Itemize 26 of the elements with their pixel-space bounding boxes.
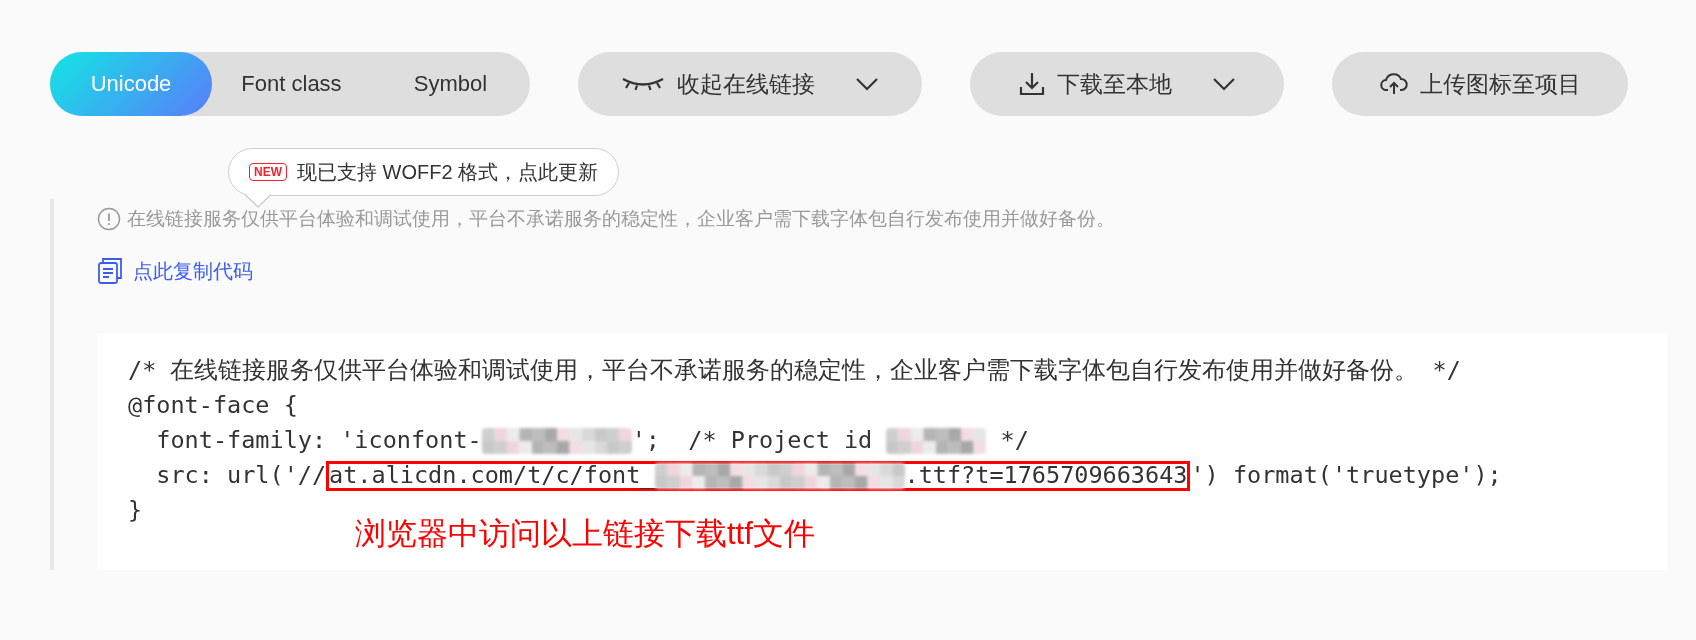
action-button[interactable]: 收起在线链接 bbox=[578, 52, 922, 116]
code-text: /* 在线链接服务仅供平台体验和调试使用，平台不承诺服务的稳定性，企业客户需下载字体包自行发布使用并做好备份。 */ bbox=[128, 355, 1461, 386]
annotation-text: 浏览器中访问以上链接下载ttf文件 bbox=[355, 516, 815, 552]
code-text: ') format('truetype'); bbox=[1190, 460, 1502, 491]
copy-icon bbox=[97, 257, 123, 285]
action-button[interactable]: 下载至本地 bbox=[970, 52, 1284, 116]
code-text: } bbox=[128, 495, 143, 526]
code-text: '; /* Project id bbox=[631, 425, 874, 456]
notice-text: 在线链接服务仅供平台体验和调试使用，平台不承诺服务的稳定性，企业客户需下载字体包自行发布使用并做好备份。 bbox=[127, 207, 1115, 231]
info-icon bbox=[97, 207, 121, 231]
code-text: .ttf?t=1765709663643 bbox=[904, 460, 1188, 491]
code-text: font-family: 'iconfont- bbox=[155, 425, 482, 456]
copy-code-link[interactable]: 点此复制代码 bbox=[97, 257, 253, 285]
code-text: @font-face { bbox=[128, 390, 298, 421]
cloud-upload-icon bbox=[1379, 72, 1408, 96]
code-text: at.alicdn.com/t/c/font_ bbox=[329, 460, 655, 491]
download-icon bbox=[1018, 71, 1045, 97]
action-button[interactable]: 上传图标至项目 bbox=[1332, 52, 1628, 116]
tooltip-pointer bbox=[245, 194, 271, 208]
code-text: src: url('// bbox=[155, 460, 327, 491]
new-badge: NEW bbox=[249, 163, 287, 181]
closed-eye-icon bbox=[621, 76, 665, 92]
tab[interactable]: Font class bbox=[212, 52, 371, 116]
tab[interactable]: Symbol bbox=[371, 52, 530, 116]
code-text: */ bbox=[999, 425, 1029, 456]
tooltip-text: 现已支持 WOFF2 格式，点此更新 bbox=[297, 159, 599, 185]
